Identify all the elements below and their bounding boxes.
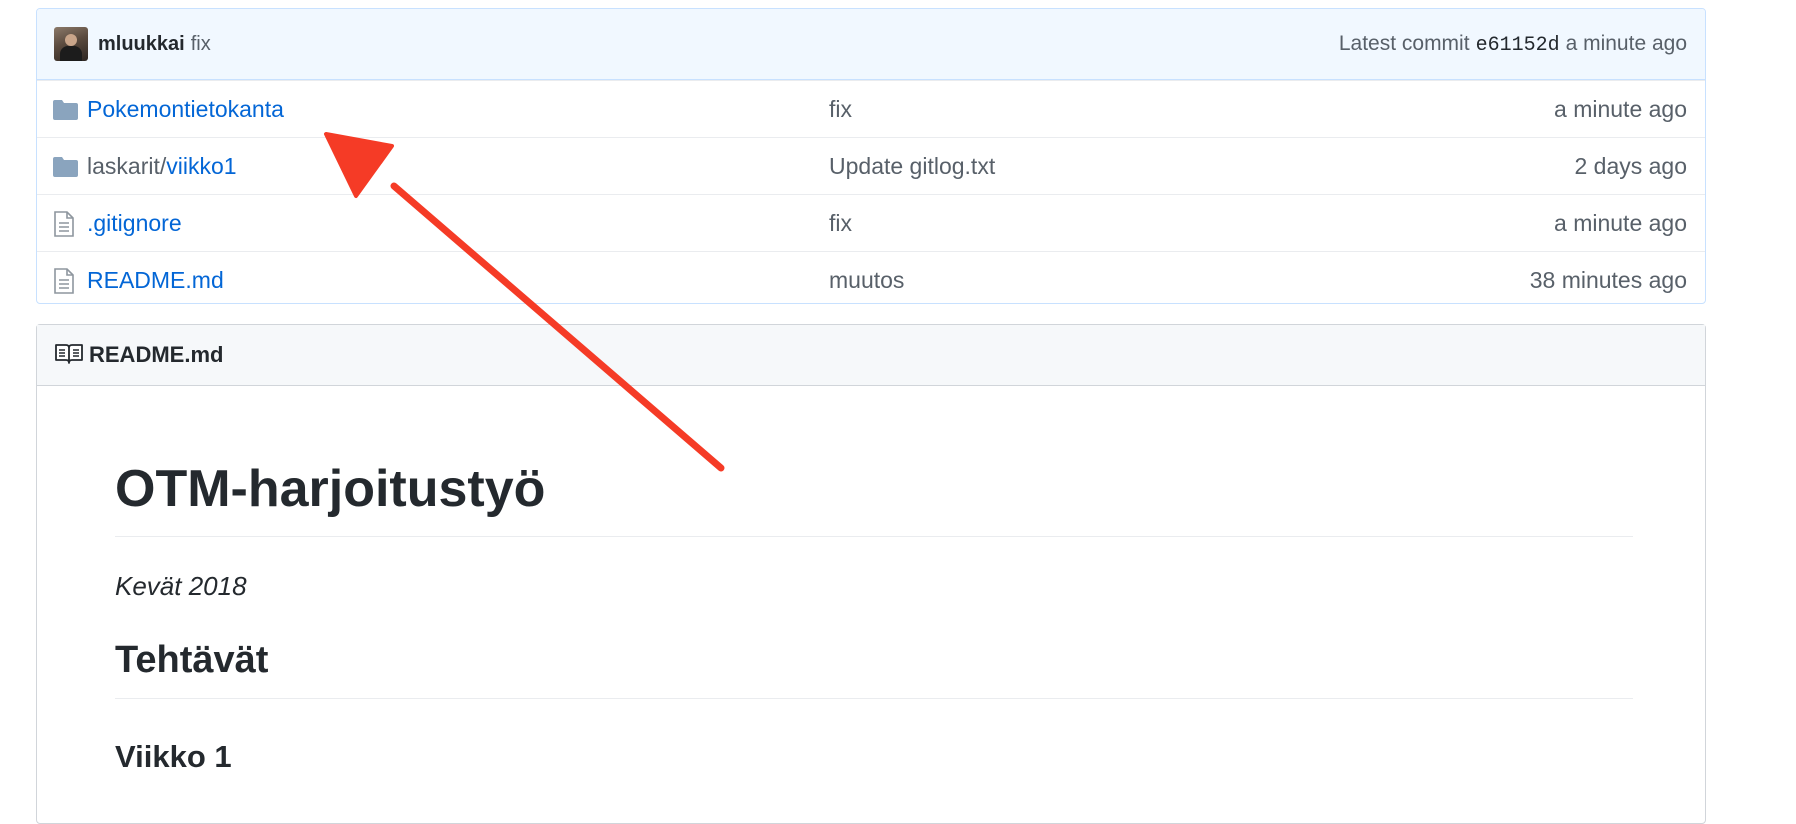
readme-heading-2: Tehtävät: [115, 639, 1633, 699]
readme-header: README.md: [37, 325, 1705, 386]
file-link-readme[interactable]: README.md: [87, 267, 224, 294]
file-icon: [53, 211, 75, 243]
file-icon: [53, 268, 75, 300]
file-age: a minute ago: [1554, 95, 1687, 122]
file-row[interactable]: laskarit/viikko1 Update gitlog.txt 2 day…: [37, 137, 1705, 194]
folder-icon: [53, 99, 78, 126]
readme-heading-3: Viikko 1: [115, 738, 232, 774]
latest-commit-info: Latest commit e61152d a minute ago: [1339, 32, 1687, 57]
readme-content: OTM-harjoitustyö Kevät 2018 Tehtävät Vii…: [115, 385, 1633, 775]
file-commit-message[interactable]: fix: [829, 210, 852, 237]
file-browser: mluukkai fix Latest commit e61152d a minut…: [36, 8, 1706, 304]
readme-title: README.md: [89, 342, 224, 367]
commit-author[interactable]: mluukkai: [98, 33, 185, 56]
file-link-laskarit-viikko1[interactable]: laskarit/viikko1: [87, 153, 237, 180]
file-link-gitignore[interactable]: .gitignore: [87, 210, 182, 237]
commit-sha[interactable]: e61152d: [1476, 34, 1560, 57]
latest-commit-label: Latest commit: [1338, 31, 1470, 55]
book-icon: [55, 342, 83, 369]
commit-message[interactable]: fix: [191, 33, 211, 56]
readme-heading-1: OTM-harjoitustyö: [115, 460, 1633, 538]
file-age: 2 days ago: [1574, 152, 1687, 179]
file-link-pokemontietokanta[interactable]: Pokemontietokanta: [87, 96, 284, 123]
file-commit-message[interactable]: fix: [829, 96, 852, 123]
folder-icon: [53, 156, 78, 183]
file-row[interactable]: README.md muutos 38 minutes ago: [37, 251, 1705, 303]
file-age: 38 minutes ago: [1529, 266, 1687, 293]
avatar[interactable]: [54, 27, 88, 61]
readme-panel: README.md OTM-harjoitustyö Kevät 2018 Te…: [36, 324, 1706, 824]
file-row[interactable]: .gitignore fix a minute ago: [37, 194, 1705, 251]
file-commit-message[interactable]: Update gitlog.txt: [829, 153, 995, 180]
file-age: a minute ago: [1554, 209, 1687, 236]
readme-subtitle: Kevät 2018: [115, 571, 247, 602]
commit-time: a minute ago: [1565, 31, 1687, 55]
latest-commit-bar: mluukkai fix Latest commit e61152d a minut…: [37, 9, 1705, 80]
file-row[interactable]: Pokemontietokanta fix a minute ago: [37, 80, 1705, 137]
file-commit-message[interactable]: muutos: [829, 267, 904, 294]
